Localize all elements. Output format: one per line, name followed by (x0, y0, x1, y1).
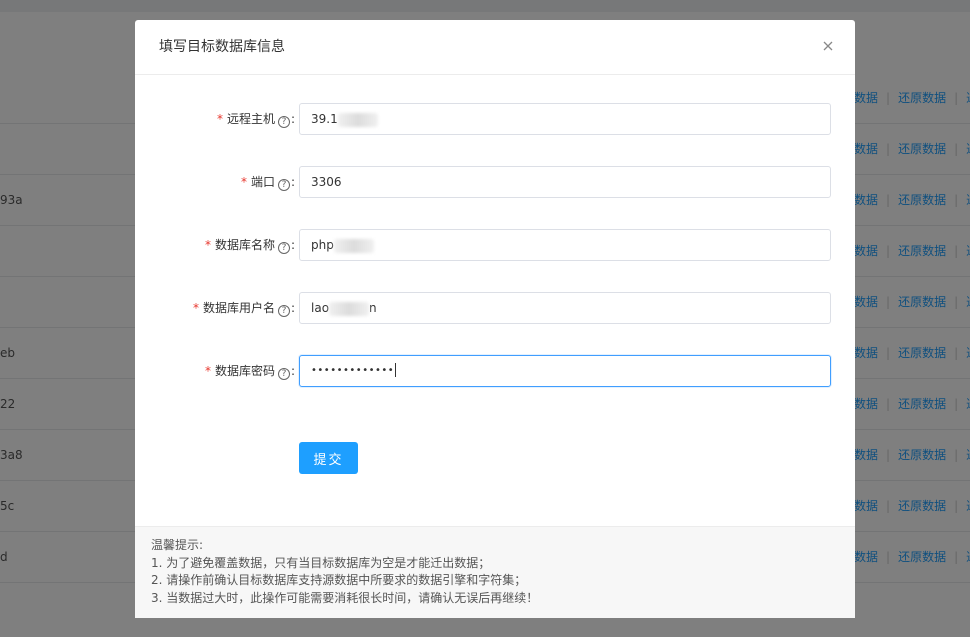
db-name-input[interactable]: php (299, 229, 831, 261)
help-icon[interactable]: ? (277, 116, 290, 128)
host-label: * 远程主机?: (216, 112, 295, 128)
tips-line: 2. 请操作前确认目标数据库支持源数据中所要求的数据引擎和字符集； (151, 573, 527, 587)
tips-line: 1. 为了避免覆盖数据，只有当目标数据库为空是才能迁出数据； (151, 555, 491, 570)
help-icon[interactable]: ? (277, 242, 290, 254)
host-row: * 远程主机?: 39.1 (135, 103, 855, 135)
redacted-text (337, 112, 378, 127)
help-icon[interactable]: ? (277, 368, 290, 380)
port-input[interactable]: 3306 (299, 166, 831, 198)
db-name-row: * 数据库名称?: php (135, 229, 855, 261)
db-name-label: * 数据库名称?: (204, 238, 295, 254)
help-icon[interactable]: ? (277, 305, 290, 317)
tips-title: 温馨提示: (151, 538, 204, 552)
port-label: * 端口?: (240, 175, 295, 191)
dialog-header: 填写目标数据库信息 (135, 20, 855, 75)
db-user-row: * 数据库用户名?: lao n (135, 292, 855, 324)
text-cursor (395, 363, 397, 377)
db-password-input[interactable]: ••••••••••••• (299, 355, 831, 387)
db-user-label: * 数据库用户名?: (192, 301, 295, 317)
submit-button[interactable]: 提交 (299, 442, 358, 474)
tips-line: 3. 当数据过大时，此操作可能需要消耗很长时间，请确认无误后再继续！ (151, 590, 539, 605)
port-row: * 端口?: 3306 (135, 166, 855, 198)
dialog-title: 填写目标数据库信息 (159, 39, 285, 55)
tips-panel: 温馨提示: 1. 为了避免覆盖数据，只有当目标数据库为空是才能迁出数据； 2. … (135, 526, 855, 618)
host-input[interactable]: 39.1 (299, 103, 831, 135)
db-user-input[interactable]: lao n (299, 292, 831, 324)
db-password-row: * 数据库密码?: ••••••••••••• (135, 355, 855, 387)
target-db-dialog: 填写目标数据库信息 * 远程主机?: 39.1 * 端口?: 3306 * 数据库名称… (135, 20, 855, 618)
redacted-text (333, 238, 374, 253)
db-password-label: * 数据库密码?: (204, 364, 295, 380)
help-icon[interactable]: ? (277, 179, 290, 191)
close-icon[interactable] (821, 39, 835, 53)
redacted-text (329, 301, 370, 316)
